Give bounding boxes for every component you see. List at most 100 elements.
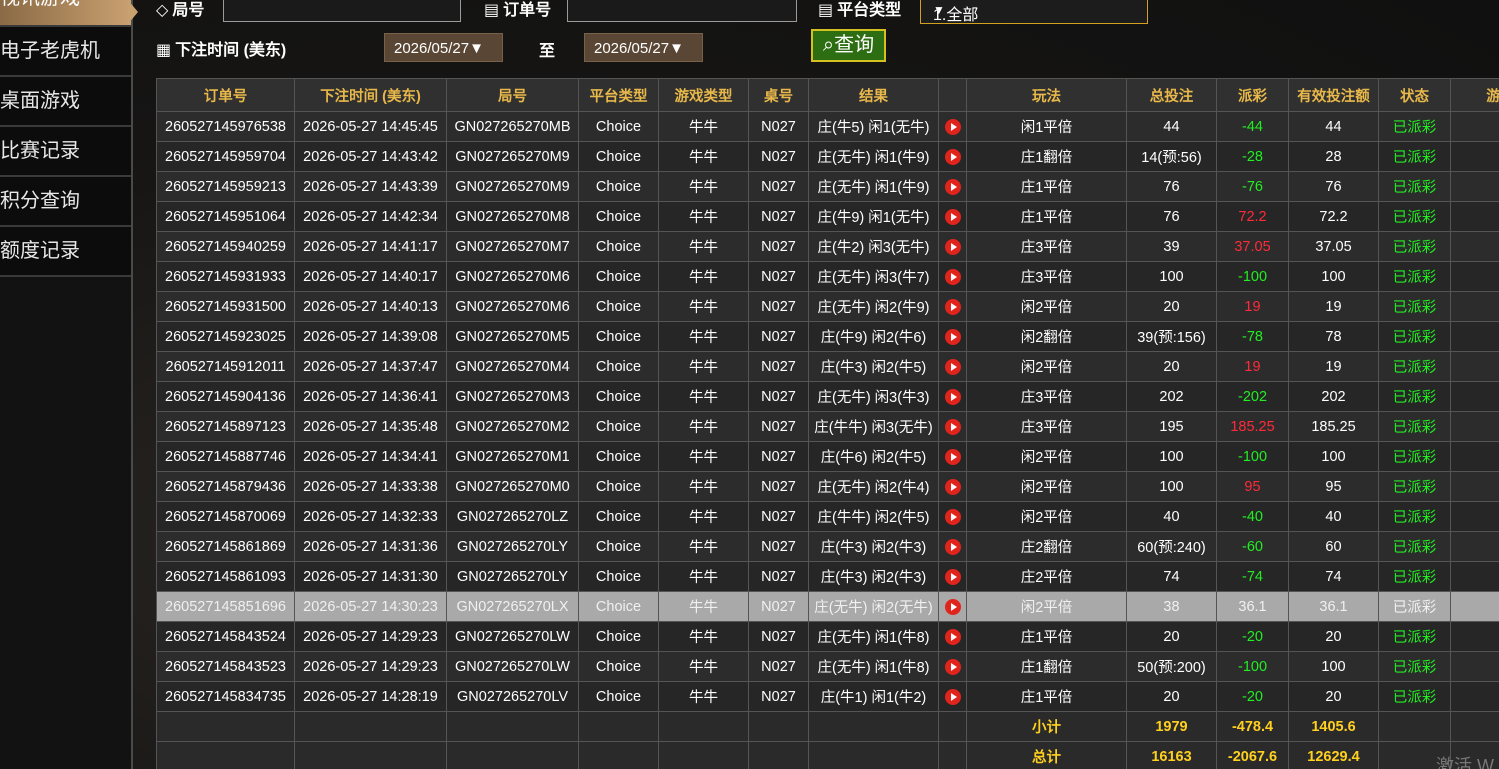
bet-time-cell: 2026-05-27 14:39:08 xyxy=(294,321,447,352)
table-row[interactable]: 260527145940259 2026-05-27 14:41:17 GN0272… xyxy=(156,231,1499,262)
platform-select[interactable]: 1.全部 ▼ xyxy=(920,0,1148,24)
query-button[interactable]: ⌕查询 xyxy=(811,29,886,62)
order-no-cell: 260527145861093 xyxy=(156,561,295,592)
replay-cell xyxy=(938,351,967,382)
total-bet-cell: 20 xyxy=(1126,351,1217,382)
table-row[interactable]: 260527145870069 2026-05-27 14:32:33 GN0272… xyxy=(156,501,1499,532)
total-bet-cell: 20 xyxy=(1126,681,1217,712)
bet-time-cell: 2026-05-27 14:43:42 xyxy=(294,141,447,172)
replay-cell xyxy=(938,531,967,562)
table-row[interactable]: 260527145959213 2026-05-27 14:43:39 GN0272… xyxy=(156,171,1499,202)
game-type-cell: 牛牛 xyxy=(658,321,749,352)
play-video-icon[interactable] xyxy=(944,328,961,345)
play-type-cell: 闲2平倍 xyxy=(966,591,1127,622)
play-video-icon[interactable] xyxy=(944,148,961,165)
round-no-cell: GN027265270LY xyxy=(446,561,579,592)
game-extra-cell xyxy=(1450,201,1499,232)
replay-cell xyxy=(938,381,967,412)
sidebar-item-match-records[interactable]: 比赛记录 xyxy=(0,127,131,177)
round-no-cell: GN027265270MB xyxy=(446,111,579,142)
empty-cell xyxy=(748,711,809,742)
game-extra-cell xyxy=(1450,561,1499,592)
play-video-icon[interactable] xyxy=(944,178,961,195)
valid-bet-cell: 36.1 xyxy=(1288,591,1379,622)
table-row[interactable]: 260527145931933 2026-05-27 14:40:17 GN0272… xyxy=(156,261,1499,292)
play-type-cell: 庄1平倍 xyxy=(966,681,1127,712)
bet-records-table-wrap[interactable]: 订单号 下注时间 (美东) 局号 平台类型 游戏类型 桌号 结果 玩法 总投注 派彩 有效投注额 状态… xyxy=(156,78,1499,769)
platform-cell: Choice xyxy=(578,381,659,412)
bet-time-cell: 2026-05-27 14:45:45 xyxy=(294,111,447,142)
subtotal-payout: -478.4 xyxy=(1216,711,1289,742)
order-no-cell: 260527145940259 xyxy=(156,231,295,262)
table-no-cell: N027 xyxy=(748,651,809,682)
platform-cell: Choice xyxy=(578,501,659,532)
play-video-icon[interactable] xyxy=(944,418,961,435)
table-row[interactable]: 260527145861093 2026-05-27 14:31:30 GN0272… xyxy=(156,561,1499,592)
play-video-icon[interactable] xyxy=(944,538,961,555)
table-row[interactable]: 260527145897123 2026-05-27 14:35:48 GN0272… xyxy=(156,411,1499,442)
table-row[interactable]: 260527145959704 2026-05-27 14:43:42 GN0272… xyxy=(156,141,1499,172)
date-from-picker[interactable]: 2026/05/27▼ xyxy=(384,33,503,62)
order-no-cell: 260527145870069 xyxy=(156,501,295,532)
table-row[interactable]: 260527145843523 2026-05-27 14:29:23 GN0272… xyxy=(156,651,1499,682)
play-video-icon[interactable] xyxy=(944,448,961,465)
table-row[interactable]: 260527145951064 2026-05-27 14:42:34 GN0272… xyxy=(156,201,1499,232)
play-video-icon[interactable] xyxy=(944,568,961,585)
empty-cell xyxy=(294,711,447,742)
bet-time-cell: 2026-05-27 14:29:23 xyxy=(294,651,447,682)
payout-cell: -78 xyxy=(1216,321,1289,352)
table-row[interactable]: 260527145887746 2026-05-27 14:34:41 GN0272… xyxy=(156,441,1499,472)
play-video-icon[interactable] xyxy=(944,628,961,645)
table-row[interactable]: 260527145912011 2026-05-27 14:37:47 GN0272… xyxy=(156,351,1499,382)
valid-bet-cell: 100 xyxy=(1288,261,1379,292)
sidebar-item-slots[interactable]: 电子老虎机 xyxy=(0,27,131,77)
play-video-icon[interactable] xyxy=(944,508,961,525)
table-row[interactable]: 260527145861869 2026-05-27 14:31:36 GN0272… xyxy=(156,531,1499,562)
total-bet-cell: 60(预:240) xyxy=(1126,531,1217,562)
order-input[interactable] xyxy=(567,0,797,22)
play-video-icon[interactable] xyxy=(944,598,961,615)
table-row[interactable]: 260527145931500 2026-05-27 14:40:13 GN0272… xyxy=(156,291,1499,322)
replay-cell xyxy=(938,591,967,622)
play-video-icon[interactable] xyxy=(944,238,961,255)
table-row[interactable]: 260527145834735 2026-05-27 14:28:19 GN0272… xyxy=(156,681,1499,712)
play-video-icon[interactable] xyxy=(944,388,961,405)
play-type-cell: 庄1平倍 xyxy=(966,621,1127,652)
sidebar-item-points-query[interactable]: 积分查询 xyxy=(0,177,131,227)
play-video-icon[interactable] xyxy=(944,118,961,135)
bet-time-cell: 2026-05-27 14:37:47 xyxy=(294,351,447,382)
order-no-cell: 260527145879436 xyxy=(156,471,295,502)
game-type-cell: 牛牛 xyxy=(658,501,749,532)
payout-cell: -60 xyxy=(1216,531,1289,562)
empty-cell xyxy=(1450,711,1499,742)
play-type-cell: 闲2平倍 xyxy=(966,291,1127,322)
status-cell: 已派彩 xyxy=(1378,171,1451,202)
play-type-cell: 闲2平倍 xyxy=(966,351,1127,382)
play-video-icon[interactable] xyxy=(944,358,961,375)
valid-bet-cell: 60 xyxy=(1288,531,1379,562)
table-row[interactable]: 260527145923025 2026-05-27 14:39:08 GN0272… xyxy=(156,321,1499,352)
play-video-icon[interactable] xyxy=(944,208,961,225)
round-input[interactable] xyxy=(223,0,461,22)
valid-bet-cell: 95 xyxy=(1288,471,1379,502)
game-type-cell: 牛牛 xyxy=(658,591,749,622)
play-video-icon[interactable] xyxy=(944,658,961,675)
sidebar-item-table-games[interactable]: 桌面游戏 xyxy=(0,77,131,127)
result-cell: 庄(牛3) 闲2(牛3) xyxy=(808,561,939,592)
table-row[interactable]: 260527145851696 2026-05-27 14:30:23 GN0272… xyxy=(156,591,1499,622)
date-to-picker[interactable]: 2026/05/27▼ xyxy=(584,33,703,62)
payout-cell: -28 xyxy=(1216,141,1289,172)
sidebar-item-live-games[interactable]: 视讯游戏 xyxy=(0,0,131,27)
table-row[interactable]: 260527145879436 2026-05-27 14:33:38 GN0272… xyxy=(156,471,1499,502)
play-video-icon[interactable] xyxy=(944,478,961,495)
bet-time-cell: 2026-05-27 14:28:19 xyxy=(294,681,447,712)
game-type-cell: 牛牛 xyxy=(658,411,749,442)
play-video-icon[interactable] xyxy=(944,688,961,705)
table-row[interactable]: 260527145843524 2026-05-27 14:29:23 GN0272… xyxy=(156,621,1499,652)
play-video-icon[interactable] xyxy=(944,298,961,315)
play-video-icon[interactable] xyxy=(944,268,961,285)
sidebar-item-credit-records[interactable]: 额度记录 xyxy=(0,227,131,277)
table-row[interactable]: 260527145976538 2026-05-27 14:45:45 GN0272… xyxy=(156,111,1499,142)
column-header: 局号 xyxy=(446,78,579,112)
table-row[interactable]: 260527145904136 2026-05-27 14:36:41 GN0272… xyxy=(156,381,1499,412)
